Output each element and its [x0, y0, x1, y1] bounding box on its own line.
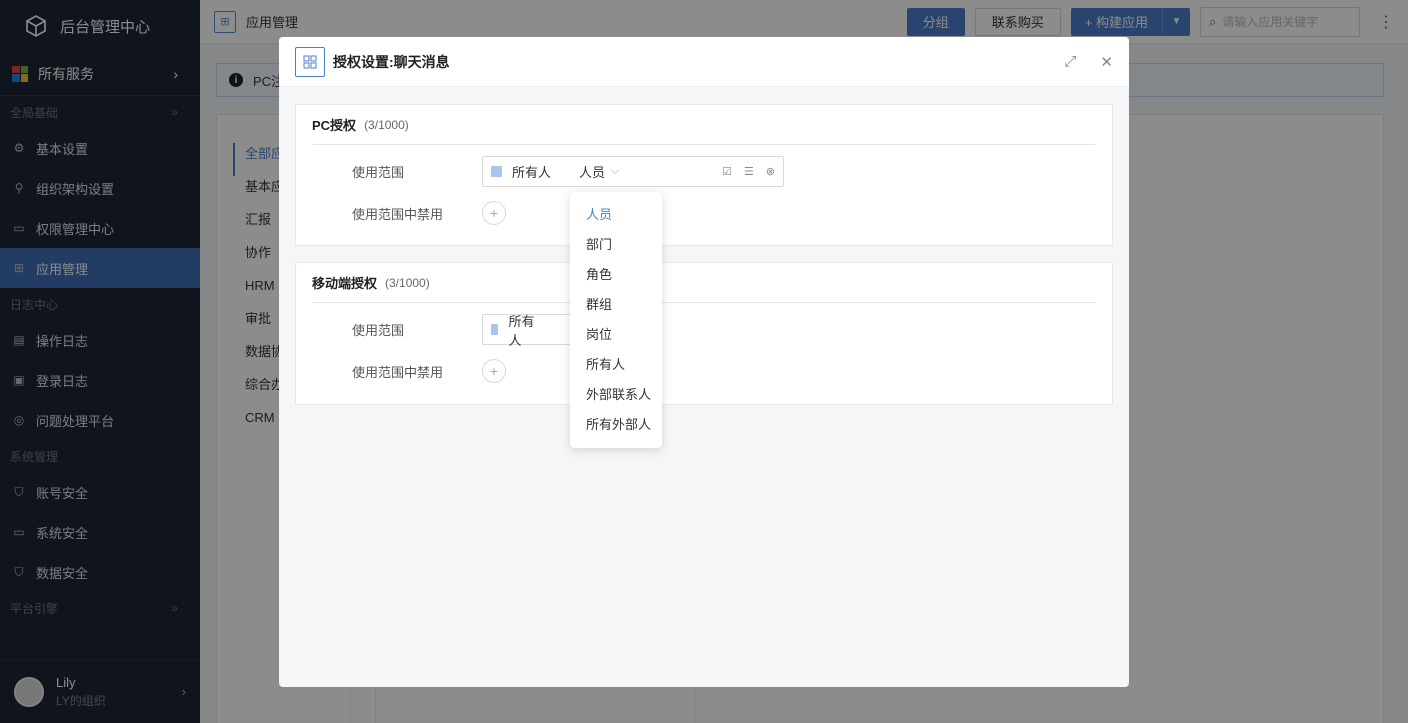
add-button[interactable]: + [482, 359, 506, 383]
pc-auth-section: PC授权 (3/1000) 使用范围 所有人 人员 ⌵ ☑ ☰ ⊗ 使用范围中禁… [295, 104, 1113, 246]
scope-type-dropdown: 人员 部门 角色 群组 岗位 所有人 外部联系人 所有外部人 [570, 192, 662, 448]
scope-row: 使用范围 所有人 [352, 314, 572, 348]
mobile-auth-section: 移动端授权 (3/1000) 使用范围 所有人 使用范围中禁用 + [295, 262, 1113, 405]
all-users-icon [491, 166, 502, 177]
dropdown-option[interactable]: 部门 [570, 230, 662, 260]
dropdown-option[interactable]: 群组 [570, 290, 662, 320]
dropdown-option[interactable]: 角色 [570, 260, 662, 290]
scope-row: 使用范围 所有人 人员 ⌵ ☑ ☰ ⊗ [352, 156, 784, 187]
filter-settings-icon[interactable]: ☰ [744, 165, 754, 178]
scope-label: 使用范围 [352, 323, 405, 338]
close-icon[interactable]: ✕ [1100, 53, 1113, 71]
ban-row: 使用范围中禁用 + [352, 359, 506, 383]
ban-row: 使用范围中禁用 + [352, 201, 506, 225]
scope-picker[interactable]: 所有人 [482, 314, 572, 348]
grid-icon [295, 46, 325, 77]
dropdown-option[interactable]: 所有外部人 [570, 410, 662, 440]
clear-circle-icon[interactable]: ⊗ [766, 165, 775, 178]
modal-header: 授权设置:聊天消息 ⤢ ✕ [279, 37, 1129, 87]
section-count: (3/1000) [385, 275, 430, 290]
ban-label: 使用范围中禁用 [352, 206, 444, 222]
section-title: PC授权 [312, 118, 357, 133]
auth-settings-modal: 授权设置:聊天消息 ⤢ ✕ PC授权 (3/1000) 使用范围 所有人 人员 … [279, 37, 1129, 687]
scope-type-select[interactable]: 人员 [579, 162, 605, 181]
section-count: (3/1000) [364, 117, 409, 132]
ban-label: 使用范围中禁用 [352, 364, 444, 380]
scope-picker[interactable]: 所有人 人员 ⌵ ☑ ☰ ⊗ [482, 156, 784, 187]
chevron-down-icon[interactable]: ⌵ [611, 165, 619, 178]
dropdown-option[interactable]: 所有人 [570, 350, 662, 380]
section-title: 移动端授权 [312, 276, 378, 291]
scope-value: 所有人 [512, 165, 552, 180]
dropdown-option[interactable]: 人员 [570, 200, 662, 230]
add-button[interactable]: + [482, 201, 506, 225]
scope-value: 所有人 [508, 313, 535, 348]
modal-title: 授权设置:聊天消息 [333, 53, 450, 70]
all-users-icon [491, 324, 499, 335]
check-square-icon[interactable]: ☑ [722, 165, 732, 178]
scope-label: 使用范围 [352, 165, 405, 180]
expand-icon[interactable]: ⤢ [1064, 53, 1076, 70]
dropdown-option[interactable]: 岗位 [570, 320, 662, 350]
dropdown-option[interactable]: 外部联系人 [570, 380, 662, 410]
